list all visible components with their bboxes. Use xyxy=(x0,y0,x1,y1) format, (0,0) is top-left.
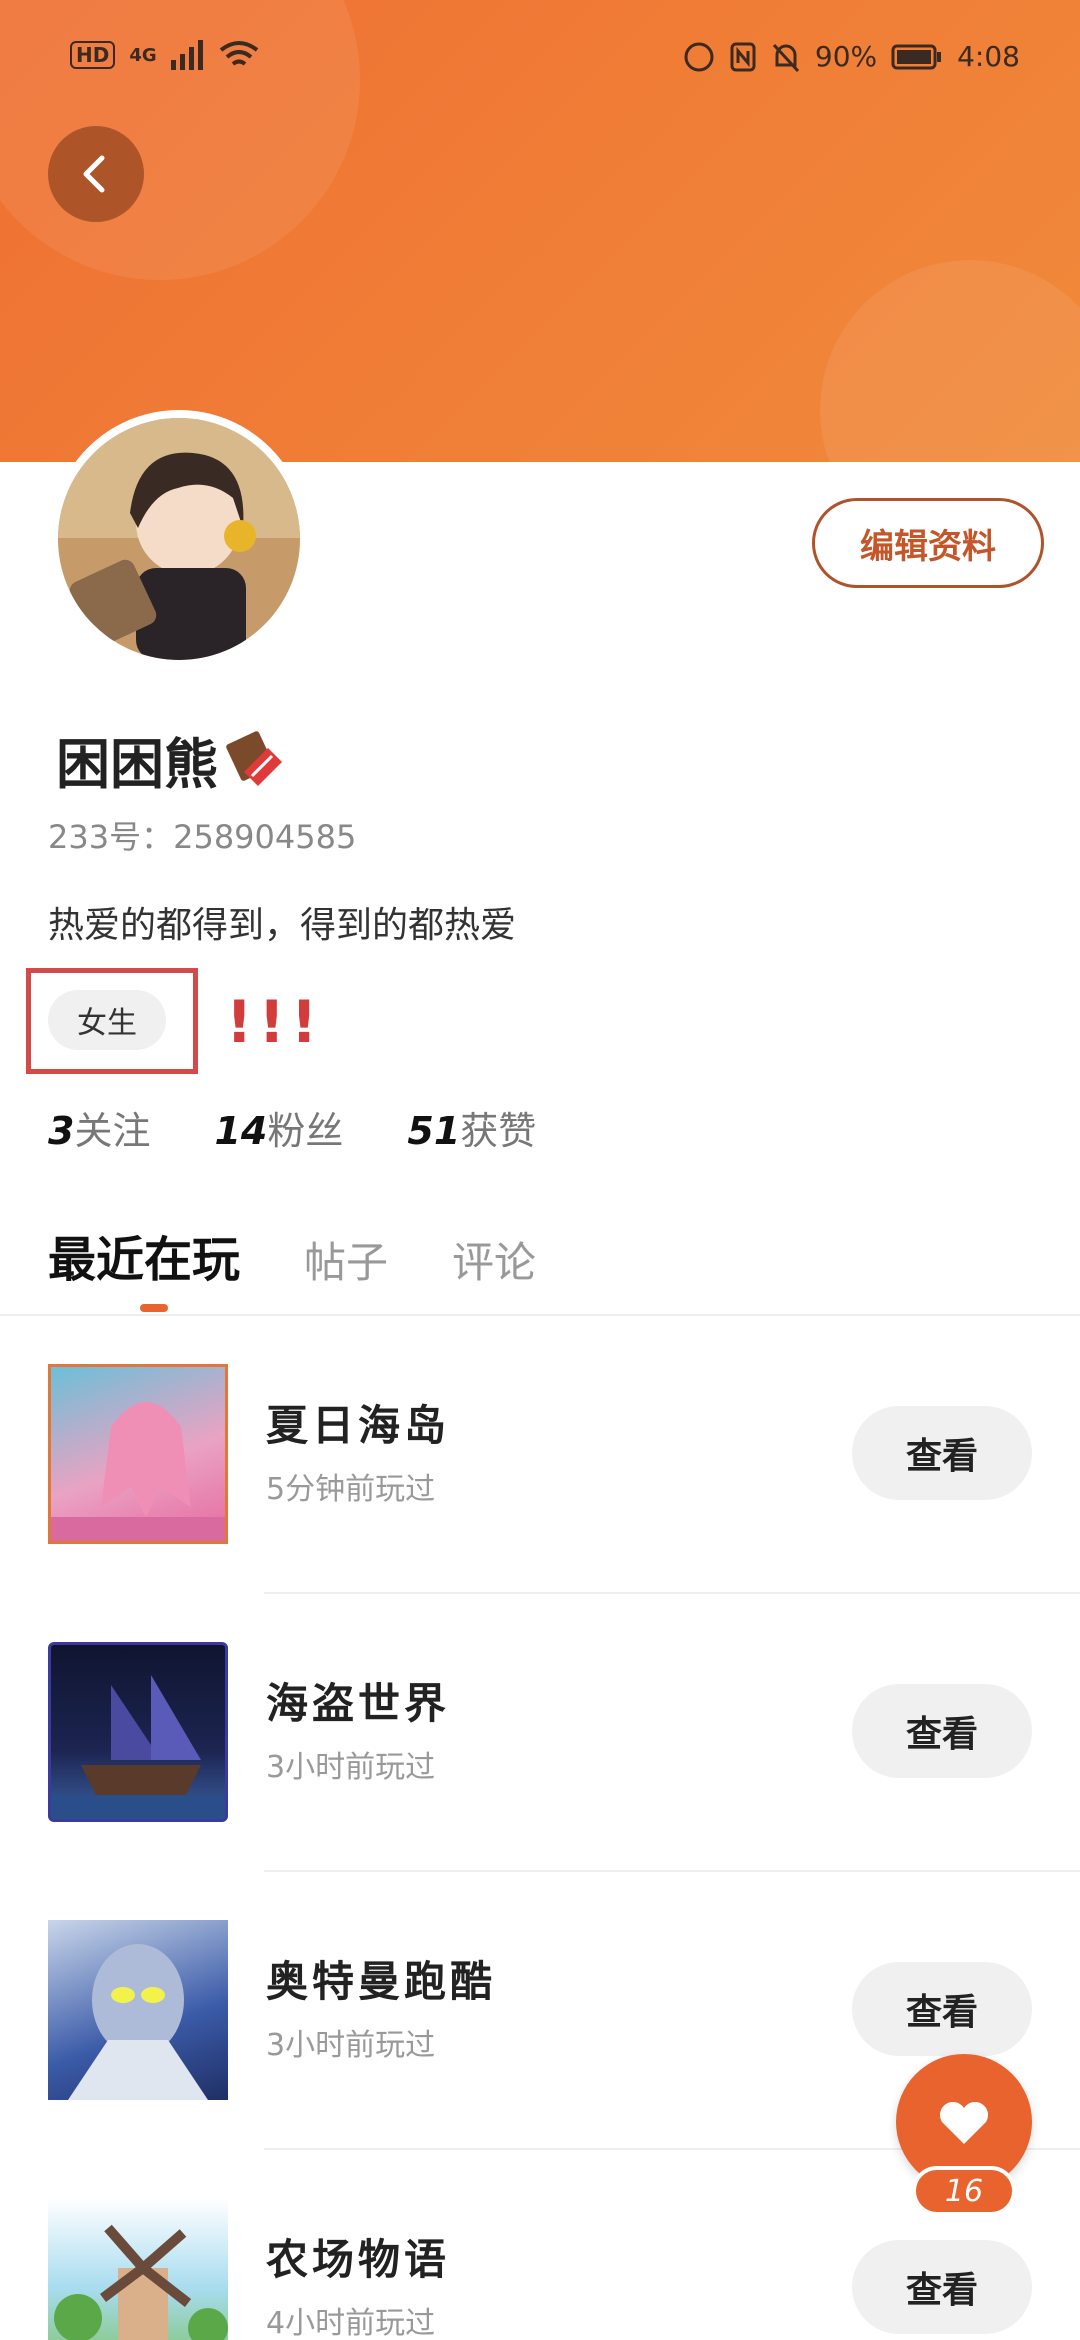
exclamation-annotation: !!! xyxy=(226,988,324,1056)
profile-stats: 3关注 14粉丝 51获赞 xyxy=(48,1100,536,1155)
chocolate-emoji-icon xyxy=(226,730,282,786)
game-thumbnail xyxy=(48,1920,228,2100)
stat-followers[interactable]: 14粉丝 xyxy=(214,1100,343,1155)
stat-likes[interactable]: 51获赞 xyxy=(407,1100,536,1155)
user-id-label: 233号： xyxy=(48,818,174,856)
profile-header-banner: HD 4G 90% 4:08 xyxy=(0,0,1080,462)
view-game-button[interactable]: 查看 xyxy=(852,1684,1032,1778)
chevron-left-icon xyxy=(83,155,105,193)
game-last-played: 4小时前玩过 xyxy=(266,2306,436,2340)
profile-name: 困困熊 xyxy=(56,720,288,799)
game-thumbnail xyxy=(48,1364,228,1544)
avatar[interactable] xyxy=(50,410,308,668)
clock: 4:08 xyxy=(957,40,1020,73)
tab-comments[interactable]: 评论 xyxy=(452,1229,536,1290)
stat-following[interactable]: 3关注 xyxy=(48,1100,150,1155)
mute-bell-icon xyxy=(772,43,799,72)
battery-percent: 90% xyxy=(814,40,878,73)
back-button[interactable] xyxy=(48,126,144,222)
view-game-button[interactable]: 查看 xyxy=(852,1962,1032,2056)
game-list-item[interactable]: 夏日海岛 5分钟前玩过 查看 xyxy=(0,1316,1080,1594)
game-thumbnail xyxy=(48,1642,228,1822)
game-title: 夏日海岛 xyxy=(266,1401,451,1450)
nfc-icon xyxy=(730,42,756,71)
wifi-icon xyxy=(219,41,258,66)
tab-posts[interactable]: 帖子 xyxy=(304,1229,388,1290)
user-id-value: 258904585 xyxy=(173,818,357,856)
signal-icon xyxy=(170,40,203,70)
hd-icon: HD xyxy=(70,41,116,69)
network-label: 4G xyxy=(129,44,157,66)
like-count-badge: 16 xyxy=(912,2166,1016,2216)
game-title: 海盗世界 xyxy=(266,1679,451,1728)
profile-tabs: 最近在玩 帖子 评论 xyxy=(48,1220,536,1290)
app-notification-icon xyxy=(684,42,714,71)
game-last-played: 3小时前玩过 xyxy=(266,1750,436,1785)
profile-bio: 热爱的都得到，得到的都热爱 xyxy=(48,905,517,946)
game-title: 奥特曼跑酷 xyxy=(266,1957,497,2006)
user-id: 233号：258904585 xyxy=(48,812,356,858)
view-game-button[interactable]: 查看 xyxy=(852,1406,1032,1500)
game-thumbnail xyxy=(48,2198,228,2340)
tab-recently-played[interactable]: 最近在玩 xyxy=(48,1220,240,1290)
heart-icon xyxy=(939,2101,989,2144)
game-list-item[interactable]: 海盗世界 3小时前玩过 查看 xyxy=(0,1594,1080,1872)
profile-name-text: 困困熊 xyxy=(56,733,218,796)
game-last-played: 3小时前玩过 xyxy=(266,2028,436,2063)
view-game-button[interactable]: 查看 xyxy=(852,2240,1032,2334)
gender-tag: 女生 xyxy=(48,990,166,1050)
status-bar: HD 4G 90% 4:08 xyxy=(0,40,1080,80)
avatar-illustration xyxy=(58,418,300,660)
game-last-played: 5分钟前玩过 xyxy=(266,1472,436,1507)
edit-profile-button[interactable]: 编辑资料 xyxy=(812,498,1044,588)
game-title: 农场物语 xyxy=(266,2235,451,2284)
tab-active-indicator xyxy=(140,1304,168,1312)
battery-icon xyxy=(891,44,942,69)
